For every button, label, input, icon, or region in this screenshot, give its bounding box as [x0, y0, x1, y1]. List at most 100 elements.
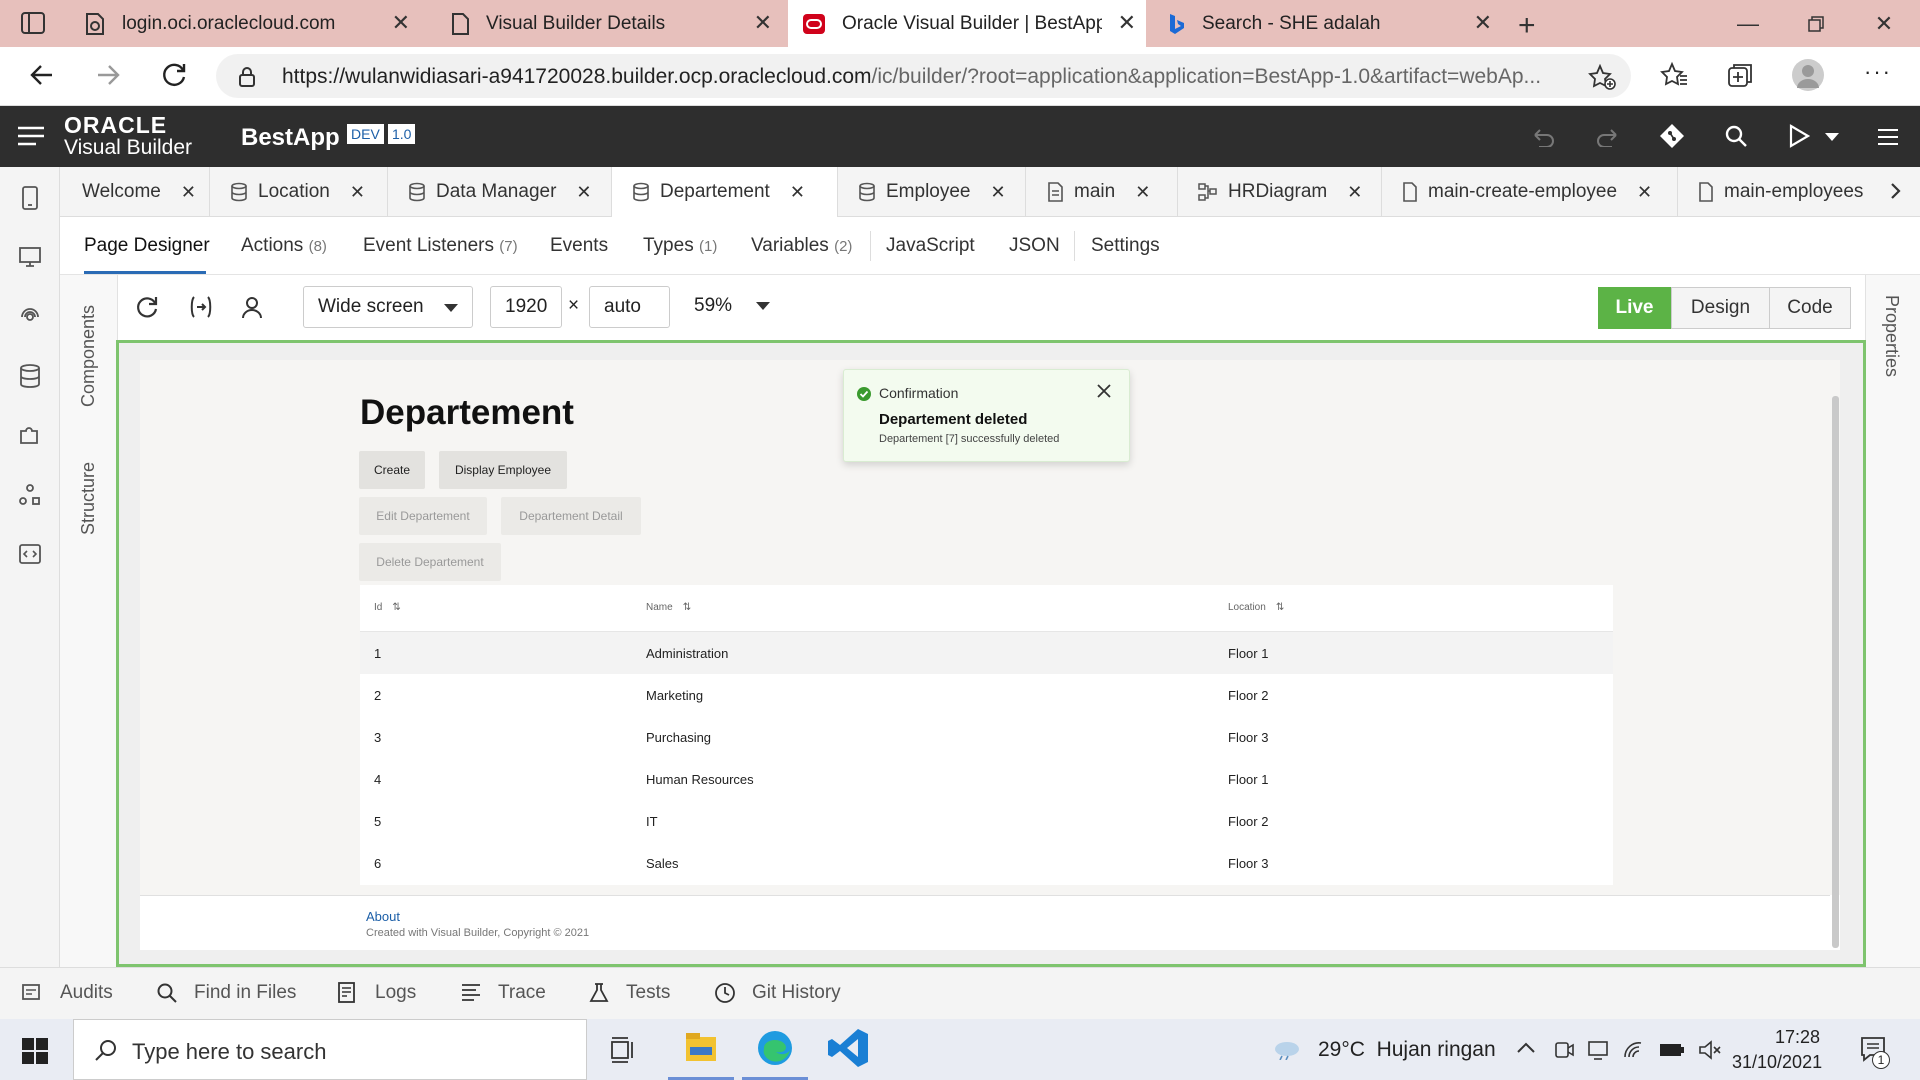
editor-tab-data-manager[interactable]: Data Manager ✕ — [388, 167, 612, 217]
properties-panel-tab[interactable]: Properties — [1881, 295, 1902, 377]
sort-icon[interactable]: ⇅ — [1276, 602, 1284, 613]
add-favorite-icon[interactable] — [1588, 64, 1616, 90]
design-mode-button[interactable]: Design — [1671, 287, 1770, 329]
browser-tab-bing-search[interactable]: Search - SHE adalah ✕ — [1152, 0, 1502, 47]
display-icon[interactable] — [1587, 1039, 1609, 1061]
editor-tab-departement[interactable]: Departement ✕ — [612, 167, 838, 217]
close-icon[interactable]: ✕ — [991, 182, 1006, 203]
live-mode-button[interactable]: Live — [1598, 287, 1671, 329]
close-icon[interactable]: ✕ — [1347, 182, 1362, 203]
browser-tab-oci-login[interactable]: login.oci.oraclecloud.com ✕ — [70, 0, 420, 47]
forward-icon[interactable] — [94, 61, 122, 89]
search-icon[interactable] — [1724, 124, 1748, 148]
close-window-icon[interactable]: ✕ — [1850, 0, 1918, 47]
viewport-select[interactable]: Wide screen — [303, 286, 473, 328]
subnav-events[interactable]: Events — [550, 235, 608, 257]
lock-icon[interactable] — [238, 66, 256, 88]
profile-avatar[interactable] — [1792, 59, 1824, 91]
column-header-name[interactable]: Name ⇅ — [646, 602, 691, 613]
refresh-icon[interactable] — [135, 295, 159, 319]
height-input[interactable]: auto — [589, 286, 670, 328]
subnav-settings[interactable]: Settings — [1091, 235, 1160, 257]
restore-icon[interactable] — [1782, 0, 1850, 47]
windows-start-icon[interactable] — [22, 1038, 48, 1064]
close-icon[interactable]: ✕ — [181, 182, 196, 203]
edge-browser-app[interactable] — [742, 1019, 808, 1080]
close-icon[interactable]: ✕ — [790, 182, 805, 203]
logs-tab[interactable]: Logs — [337, 982, 416, 1004]
find-in-files-tab[interactable]: Find in Files — [156, 982, 296, 1004]
close-icon[interactable]: ✕ — [350, 182, 365, 203]
file-explorer-app[interactable] — [668, 1019, 734, 1080]
url-field[interactable]: https://wulanwidiasari-a941720028.builde… — [216, 54, 1631, 98]
editor-tab-employee[interactable]: Employee ✕ — [838, 167, 1026, 217]
subnav-page-designer[interactable]: Page Designer — [84, 235, 210, 257]
column-header-id[interactable]: Id ⇅ — [374, 602, 401, 613]
browser-tab-oracle-vb[interactable]: Oracle Visual Builder | BestApp-1 ✕ — [788, 0, 1146, 47]
volume-muted-icon[interactable] — [1698, 1039, 1722, 1061]
zoom-select[interactable]: 59% — [694, 295, 771, 317]
delete-departement-button[interactable]: Delete Departement — [359, 543, 501, 581]
table-row[interactable]: 5 IT Floor 2 — [360, 800, 1613, 842]
components-icon[interactable] — [18, 423, 42, 447]
favorites-icon[interactable] — [1660, 61, 1688, 89]
preview-scrollbar[interactable] — [1832, 396, 1839, 948]
redo-icon[interactable] — [1596, 125, 1620, 147]
browser-tab-vb-details[interactable]: Visual Builder Details ✕ — [436, 0, 782, 47]
close-icon[interactable]: ✕ — [576, 182, 591, 203]
wifi-icon[interactable] — [1623, 1039, 1647, 1061]
refresh-icon[interactable] — [160, 61, 188, 89]
clock-date[interactable]: 31/10/2021 — [1732, 1052, 1822, 1073]
table-row[interactable]: 2 Marketing Floor 2 — [360, 674, 1613, 716]
close-icon[interactable]: ✕ — [392, 12, 410, 34]
task-view-icon[interactable] — [610, 1037, 636, 1063]
editor-tab-welcome[interactable]: Welcome ✕ — [60, 167, 210, 217]
close-icon[interactable]: ✕ — [1118, 12, 1136, 34]
web-apps-icon[interactable] — [18, 245, 42, 269]
run-icon[interactable] — [1788, 124, 1810, 148]
editor-tab-main-employees[interactable]: main-employees — [1678, 167, 1878, 217]
display-employee-button[interactable]: Display Employee — [439, 451, 567, 489]
menu-icon[interactable] — [1878, 128, 1898, 146]
editor-tab-hrdiagram[interactable]: HRDiagram ✕ — [1178, 167, 1382, 217]
processes-icon[interactable] — [18, 483, 42, 507]
editor-tab-main[interactable]: main ✕ — [1026, 167, 1178, 217]
hamburger-menu-icon[interactable] — [18, 126, 44, 146]
width-input[interactable]: 1920 — [490, 286, 562, 328]
close-icon[interactable]: ✕ — [1474, 12, 1492, 34]
departement-detail-button[interactable]: Departement Detail — [501, 497, 641, 535]
meet-now-icon[interactable] — [1554, 1039, 1574, 1061]
chevron-right-icon[interactable] — [1890, 182, 1902, 200]
code-mode-button[interactable]: Code — [1769, 287, 1851, 329]
sort-icon[interactable]: ⇅ — [683, 602, 691, 613]
create-button[interactable]: Create — [359, 451, 425, 489]
table-row[interactable]: 6 Sales Floor 3 — [360, 842, 1613, 884]
sort-icon[interactable]: ⇅ — [392, 602, 400, 613]
variables-icon[interactable] — [188, 295, 214, 319]
subnav-types[interactable]: Types (1) — [643, 235, 717, 257]
subnav-event-listeners[interactable]: Event Listeners (7) — [363, 235, 518, 257]
tab-actions-icon[interactable] — [20, 11, 46, 35]
close-icon[interactable]: ✕ — [754, 12, 772, 34]
editor-tab-location[interactable]: Location ✕ — [210, 167, 388, 217]
audits-tab[interactable]: Audits — [22, 982, 113, 1004]
components-panel-tab[interactable]: Components — [78, 305, 99, 407]
close-icon[interactable] — [1097, 384, 1111, 398]
about-link[interactable]: About — [366, 909, 400, 924]
table-row[interactable]: 3 Purchasing Floor 3 — [360, 716, 1613, 758]
table-row[interactable]: 1 Administration Floor 1 — [360, 632, 1613, 674]
column-header-location[interactable]: Location ⇅ — [1228, 602, 1284, 613]
new-tab-icon[interactable]: + — [1518, 9, 1536, 43]
table-row[interactable]: 4 Human Resources Floor 1 — [360, 758, 1613, 800]
collections-icon[interactable] — [1726, 61, 1754, 89]
undo-icon[interactable] — [1531, 125, 1555, 147]
battery-icon[interactable] — [1659, 1042, 1685, 1058]
user-role-icon[interactable] — [240, 295, 264, 319]
editor-tab-main-create-employee[interactable]: main-create-employee ✕ — [1382, 167, 1678, 217]
subnav-json[interactable]: JSON — [1009, 235, 1060, 257]
clock-time[interactable]: 17:28 — [1758, 1027, 1820, 1048]
back-icon[interactable] — [28, 61, 56, 89]
source-view-icon[interactable] — [18, 543, 42, 565]
minimize-icon[interactable]: — — [1714, 0, 1782, 47]
mobile-apps-icon[interactable] — [20, 185, 40, 211]
